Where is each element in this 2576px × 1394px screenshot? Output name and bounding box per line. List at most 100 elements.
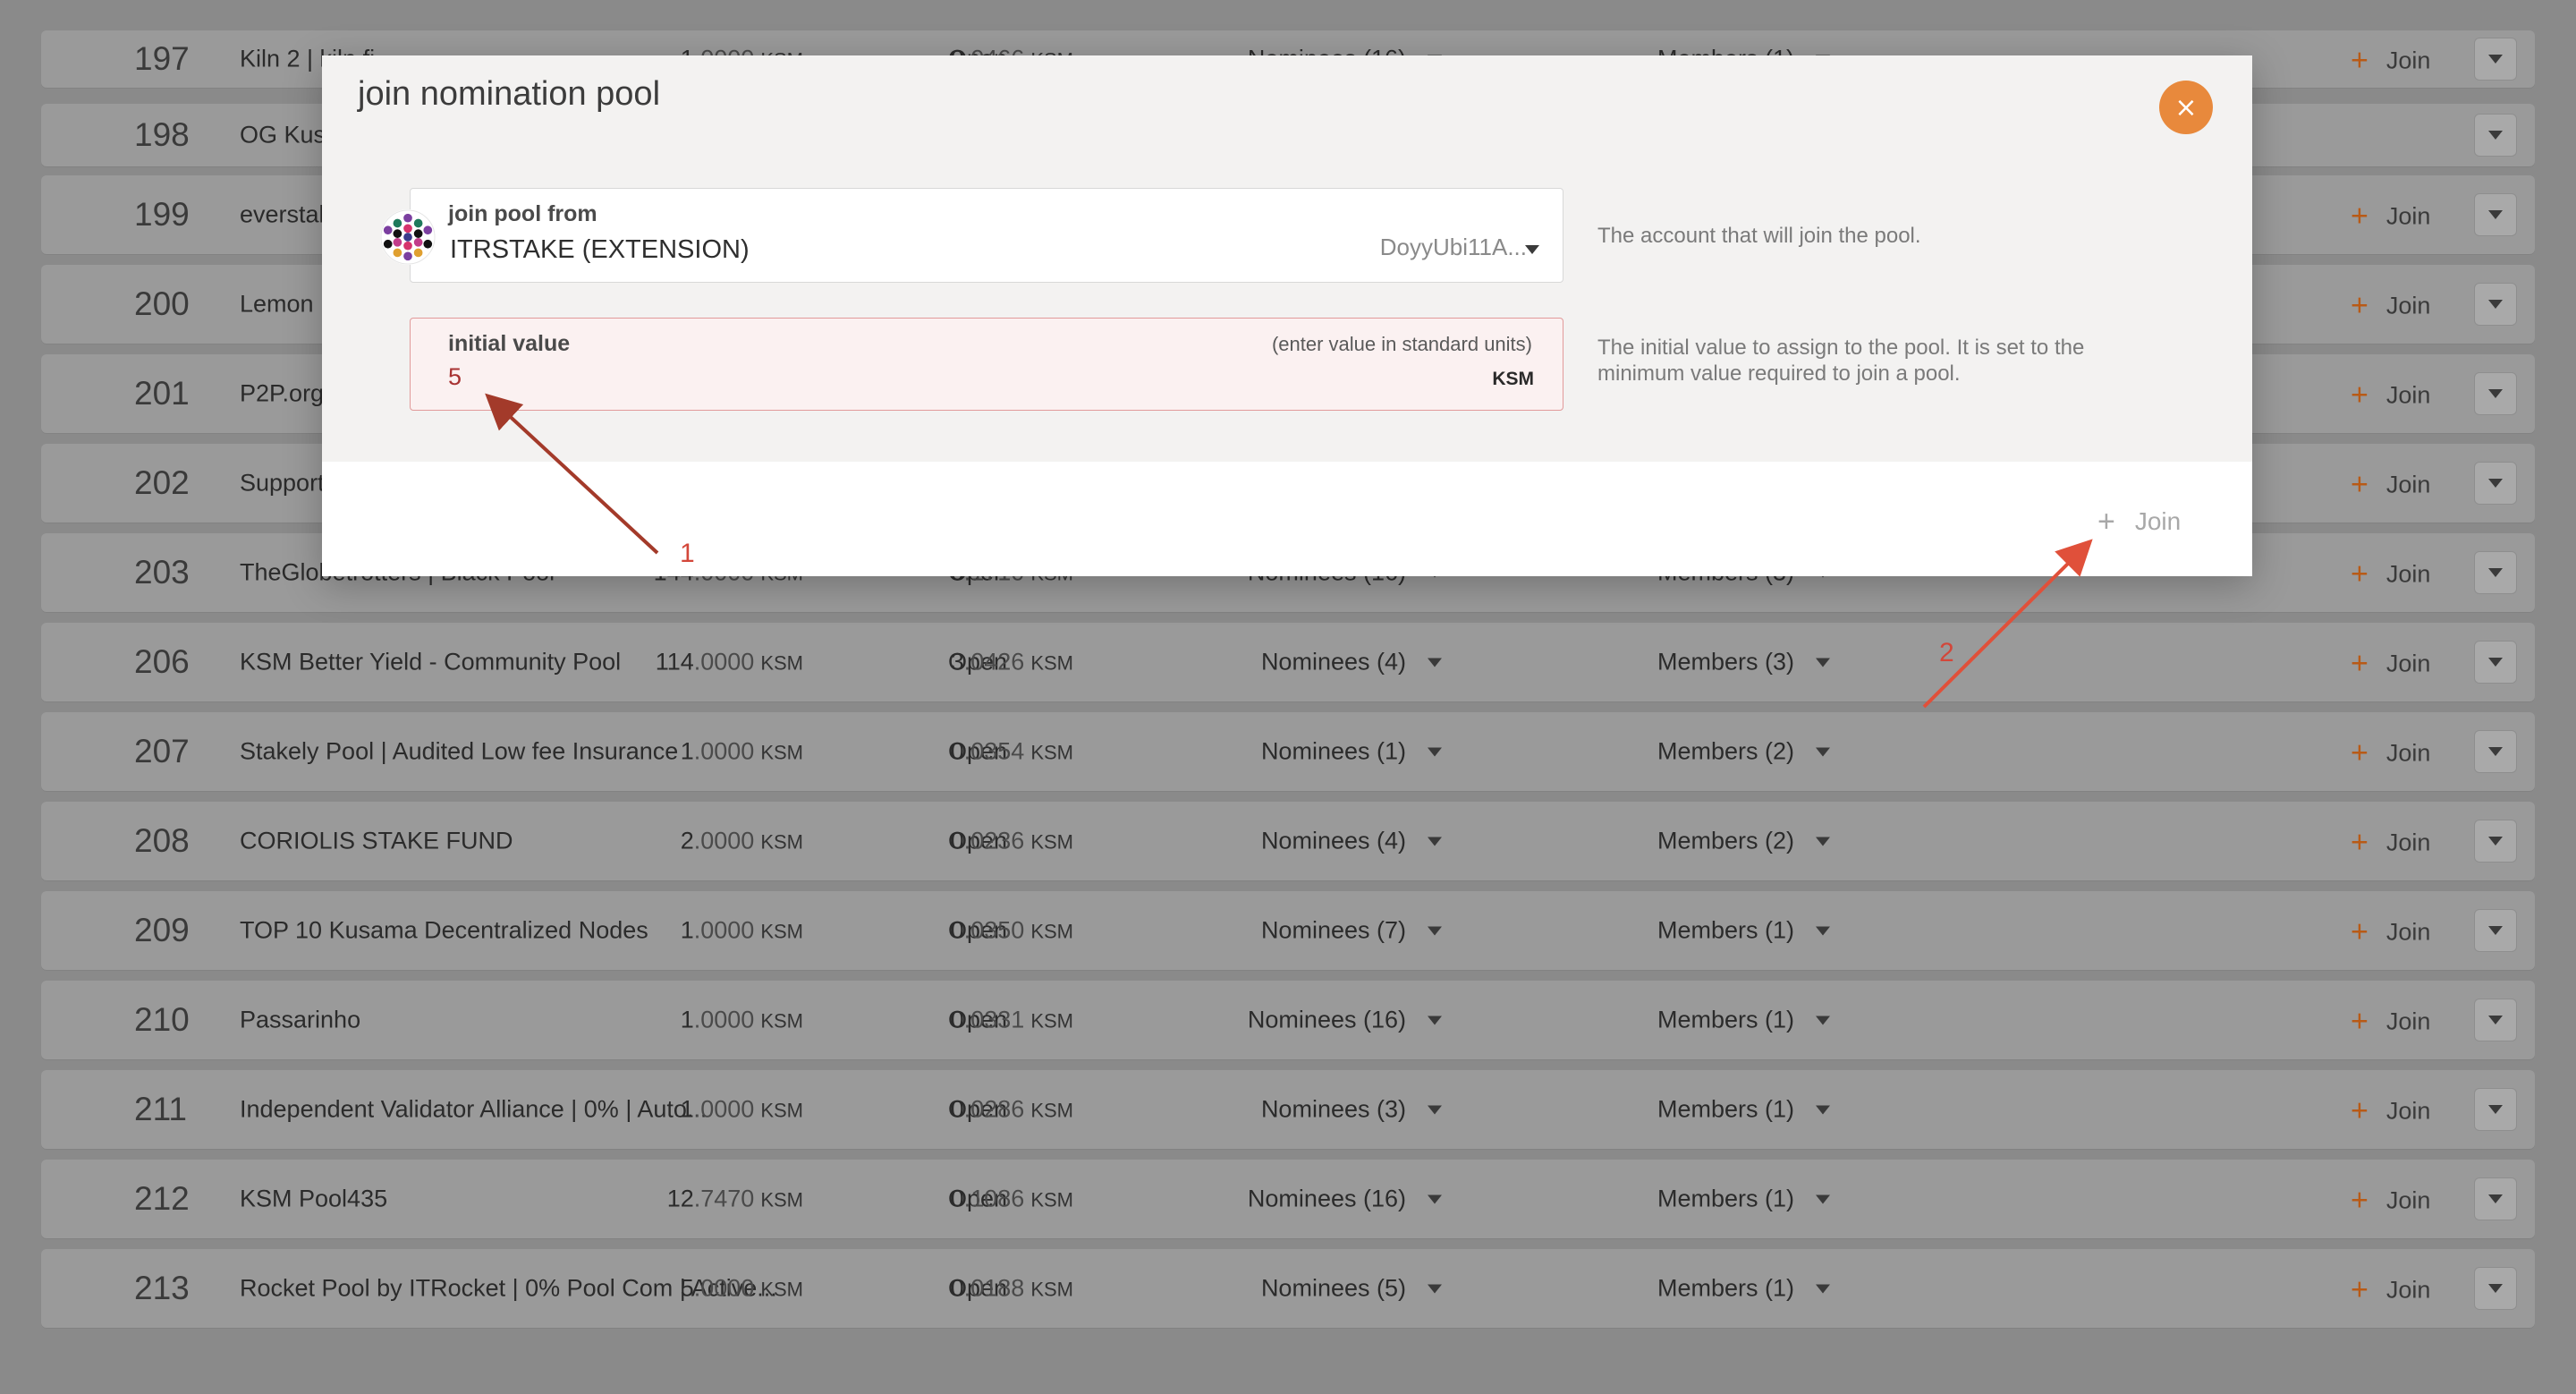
pool-row: 211 Independent Validator Alliance | 0% |… <box>41 1070 2535 1149</box>
chevron-down-icon <box>1525 245 1539 254</box>
chevron-down-icon <box>2488 1194 2503 1203</box>
pool-join-button[interactable]: + Join <box>2351 1003 2430 1039</box>
members-dropdown[interactable]: Members (2) <box>1657 828 1830 855</box>
nominees-dropdown[interactable]: Nominees (7) <box>1261 917 1442 945</box>
plus-icon: + <box>2351 1272 2368 1307</box>
account-help-text: The account that will join the pool. <box>1597 224 1921 248</box>
pool-name: KSM Better Yield - Community Pool <box>240 648 622 676</box>
chevron-down-icon <box>1816 747 1830 757</box>
nominees-dropdown[interactable]: Nominees (16) <box>1248 1007 1442 1034</box>
pool-name: Passarinho <box>240 1006 361 1033</box>
row-menu-button[interactable] <box>2474 114 2517 157</box>
pool-join-button[interactable]: + Join <box>2351 824 2430 860</box>
members-dropdown[interactable]: Members (1) <box>1657 1275 1830 1303</box>
chevron-down-icon <box>1816 837 1830 846</box>
pool-join-button[interactable]: + Join <box>2351 377 2430 412</box>
modal-footer: + Join <box>322 462 2252 576</box>
row-menu-button[interactable] <box>2474 730 2517 773</box>
chevron-down-icon <box>2488 1105 2503 1114</box>
row-menu-button[interactable] <box>2474 38 2517 81</box>
nominees-dropdown[interactable]: Nominees (1) <box>1261 738 1442 766</box>
plus-icon: + <box>2351 646 2368 681</box>
nominees-dropdown[interactable]: Nominees (3) <box>1261 1096 1442 1124</box>
row-menu-button[interactable] <box>2474 909 2517 952</box>
pool-name: CORIOLIS STAKE FUND <box>240 827 513 854</box>
row-menu-button[interactable] <box>2474 1267 2517 1310</box>
pool-id: 212 <box>134 1180 190 1217</box>
pool-bonded: 1.0000KSM <box>680 916 803 944</box>
pool-join-button[interactable]: + Join <box>2351 914 2430 949</box>
row-menu-button[interactable] <box>2474 1088 2517 1131</box>
account-selector[interactable]: join pool from ITRSTAKE (EXTENSION) Doyy… <box>380 188 1563 283</box>
row-menu-button[interactable] <box>2474 1177 2517 1220</box>
row-menu-button[interactable] <box>2474 999 2517 1041</box>
chevron-down-icon <box>1816 658 1830 667</box>
pool-id: 203 <box>134 554 190 591</box>
chevron-down-icon <box>1428 1016 1442 1025</box>
value-help-text: The initial value to assign to the pool.… <box>1597 336 2085 386</box>
account-identicon-icon <box>380 209 436 265</box>
join-pool-modal: join nomination pool × join pool from IT… <box>322 55 2252 576</box>
pool-name: Lemon <box>240 290 314 318</box>
pool-join-button[interactable]: + Join <box>2351 466 2430 502</box>
plus-icon: + <box>2351 1093 2368 1128</box>
members-dropdown[interactable]: Members (1) <box>1657 1007 1830 1034</box>
chevron-down-icon <box>2488 568 2503 577</box>
members-dropdown[interactable]: Members (1) <box>1657 1186 1830 1213</box>
pool-join-button[interactable]: + Join <box>2351 556 2430 591</box>
chevron-down-icon <box>2488 1016 2503 1024</box>
chevron-down-icon <box>2488 300 2503 309</box>
pool-id: 210 <box>134 1001 190 1038</box>
row-menu-button[interactable] <box>2474 641 2517 684</box>
pool-join-button[interactable]: + Join <box>2351 42 2430 78</box>
pool-name: Independent Validator Alliance | 0% | Au… <box>240 1095 708 1123</box>
nominees-dropdown[interactable]: Nominees (4) <box>1261 828 1442 855</box>
pool-reward: 0.1086 KSM <box>950 1185 1073 1212</box>
members-dropdown[interactable]: Members (1) <box>1657 917 1830 945</box>
plus-icon: + <box>2351 914 2368 949</box>
pool-id: 202 <box>134 464 190 501</box>
value-unit-selector[interactable]: KSM <box>1492 369 1534 390</box>
close-icon: × <box>2174 91 2198 123</box>
initial-value-field[interactable]: initial value (enter value in standard u… <box>410 318 1563 411</box>
pool-bonded: 114.0000 KSM <box>655 648 803 676</box>
pool-bonded: 1.0000KSM <box>680 737 803 765</box>
chevron-down-icon <box>1816 1284 1830 1294</box>
value-input[interactable]: 5 <box>448 363 462 391</box>
pool-join-button[interactable]: + Join <box>2351 1182 2430 1218</box>
members-dropdown[interactable]: Members (2) <box>1657 738 1830 766</box>
row-menu-button[interactable] <box>2474 193 2517 236</box>
pool-join-button[interactable]: + Join <box>2351 1271 2430 1307</box>
close-button[interactable]: × <box>2159 81 2213 134</box>
plus-icon: + <box>2351 199 2368 234</box>
nominees-dropdown[interactable]: Nominees (4) <box>1261 649 1442 676</box>
pool-bonded: 2.0000 KSM <box>680 827 803 854</box>
chevron-down-icon <box>2488 210 2503 219</box>
join-button[interactable]: + Join <box>2097 503 2181 539</box>
chevron-down-icon <box>1816 1105 1830 1115</box>
pool-row: 212 KSM Pool435 Open 12.7470 KSM 0.1086 KSM Nom… <box>41 1160 2535 1238</box>
pool-id: 206 <box>134 643 190 680</box>
account-field-label: join pool from <box>448 201 597 226</box>
pool-join-button[interactable]: + Join <box>2351 1092 2430 1128</box>
pool-join-button[interactable]: + Join <box>2351 645 2430 681</box>
pool-name: KSM Pool435 <box>240 1185 388 1212</box>
row-menu-button[interactable] <box>2474 551 2517 594</box>
pool-id: 211 <box>134 1091 187 1127</box>
chevron-down-icon <box>2488 55 2503 64</box>
pool-join-button[interactable]: + Join <box>2351 198 2430 234</box>
pool-id: 200 <box>134 285 190 322</box>
pool-name: TOP 10 Kusama Decentralized Nodes <box>240 916 648 944</box>
pool-join-button[interactable]: + Join <box>2351 735 2430 770</box>
pool-id: 199 <box>134 196 190 233</box>
row-menu-button[interactable] <box>2474 283 2517 326</box>
nominees-dropdown[interactable]: Nominees (16) <box>1248 1186 1442 1213</box>
nominees-dropdown[interactable]: Nominees (5) <box>1261 1275 1442 1303</box>
members-dropdown[interactable]: Members (1) <box>1657 1096 1830 1124</box>
row-menu-button[interactable] <box>2474 820 2517 863</box>
chevron-down-icon <box>2488 479 2503 488</box>
row-menu-button[interactable] <box>2474 372 2517 415</box>
members-dropdown[interactable]: Members (3) <box>1657 649 1830 676</box>
pool-join-button[interactable]: + Join <box>2351 287 2430 323</box>
row-menu-button[interactable] <box>2474 462 2517 505</box>
